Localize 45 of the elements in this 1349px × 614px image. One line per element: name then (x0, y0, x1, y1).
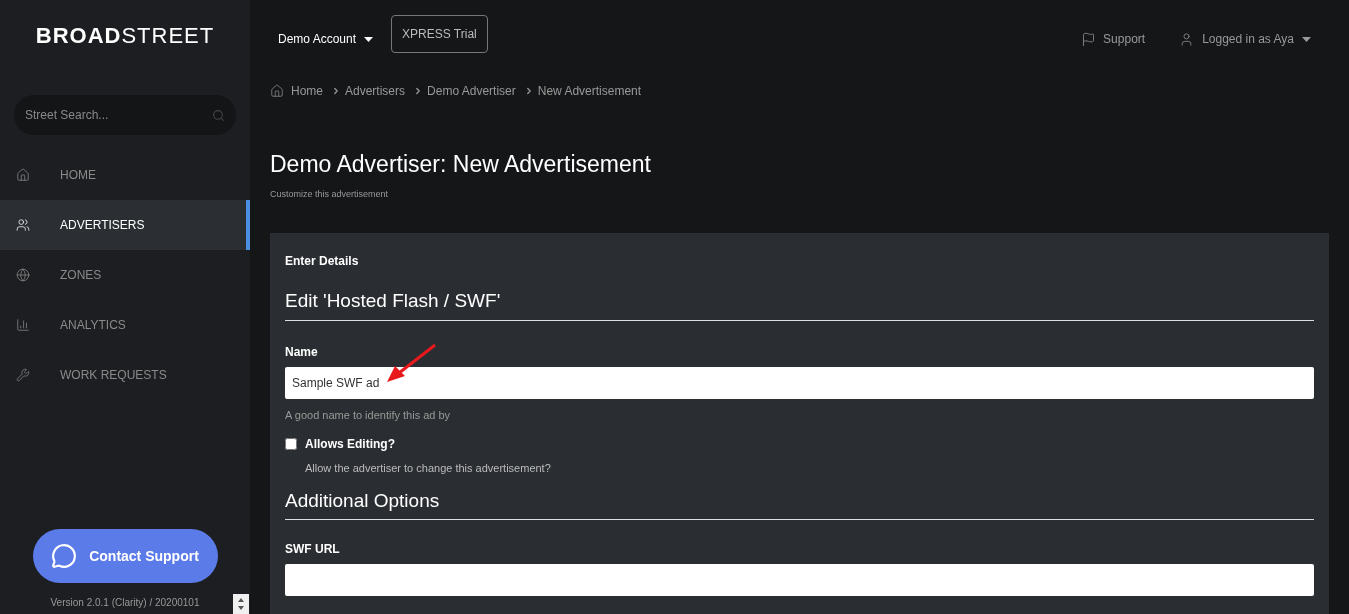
logo: BROADSTREET (35, 21, 215, 50)
user-menu[interactable]: Logged in as Aya (1179, 30, 1311, 48)
page-title: Demo Advertiser: New Advertisement (269, 150, 652, 179)
breadcrumb-link[interactable]: Home (291, 82, 323, 100)
home-icon (270, 84, 284, 98)
home-icon (16, 168, 30, 182)
search-field[interactable]: Street Search... (14, 95, 236, 135)
help-text: Allow the advertiser to change this advertisement? (305, 461, 552, 476)
globe-icon (16, 268, 30, 282)
caret-icon (364, 36, 374, 42)
people-icon (16, 218, 30, 232)
chat-bubble-icon (51, 543, 78, 569)
caret-icon (1302, 36, 1311, 42)
annotation-arrow (385, 343, 437, 384)
swf-url-field[interactable] (285, 564, 1314, 596)
chevron-icon (331, 86, 341, 96)
field-label: Name (285, 343, 319, 361)
checkbox-label: Allows Editing? (305, 436, 395, 453)
sidebar-item[interactable]: HOME (0, 150, 250, 200)
section-title: Additional Options (285, 486, 1314, 520)
field-label: SWF URL (285, 541, 341, 558)
user-icon (1179, 31, 1195, 47)
name-field[interactable]: Sample SWF ad (285, 366, 1314, 399)
sidebar-item[interactable]: ZONES (0, 250, 250, 300)
account-dropdown[interactable]: Demo Account (278, 30, 374, 48)
allows-editing-checkbox[interactable] (285, 438, 297, 450)
trial-button[interactable]: XPRESS Trial (391, 15, 488, 53)
scroll-arrows-icon (233, 594, 249, 614)
breadcrumb-link[interactable]: New Advertisement (537, 82, 642, 100)
support-link[interactable]: Support (1081, 30, 1146, 48)
panel-heading: Enter Details (285, 253, 360, 270)
sidebar-item[interactable]: WORK REQUESTS (0, 350, 250, 400)
page-subtitle: Customize this advertisement (269, 187, 390, 201)
version-text: Version 2.0.1 (Clarity) / 20200101 (50, 596, 200, 610)
flag-icon (1081, 31, 1097, 47)
bar-chart-icon (16, 318, 30, 332)
sidebar-item[interactable]: ADVERTISERS (0, 200, 250, 250)
breadcrumb-link[interactable]: Demo Advertiser (427, 82, 516, 100)
help-text: A good name to identify this ad by (285, 407, 452, 423)
wrench-icon (16, 368, 30, 382)
sidebar-item[interactable]: ANALYTICS (0, 300, 250, 350)
contact-support-button[interactable]: Contact Support (32, 529, 218, 583)
search-icon (212, 109, 225, 122)
section-title: Edit 'Hosted Flash / SWF' (285, 287, 1314, 321)
breadcrumb-link[interactable]: Advertisers (345, 82, 406, 100)
